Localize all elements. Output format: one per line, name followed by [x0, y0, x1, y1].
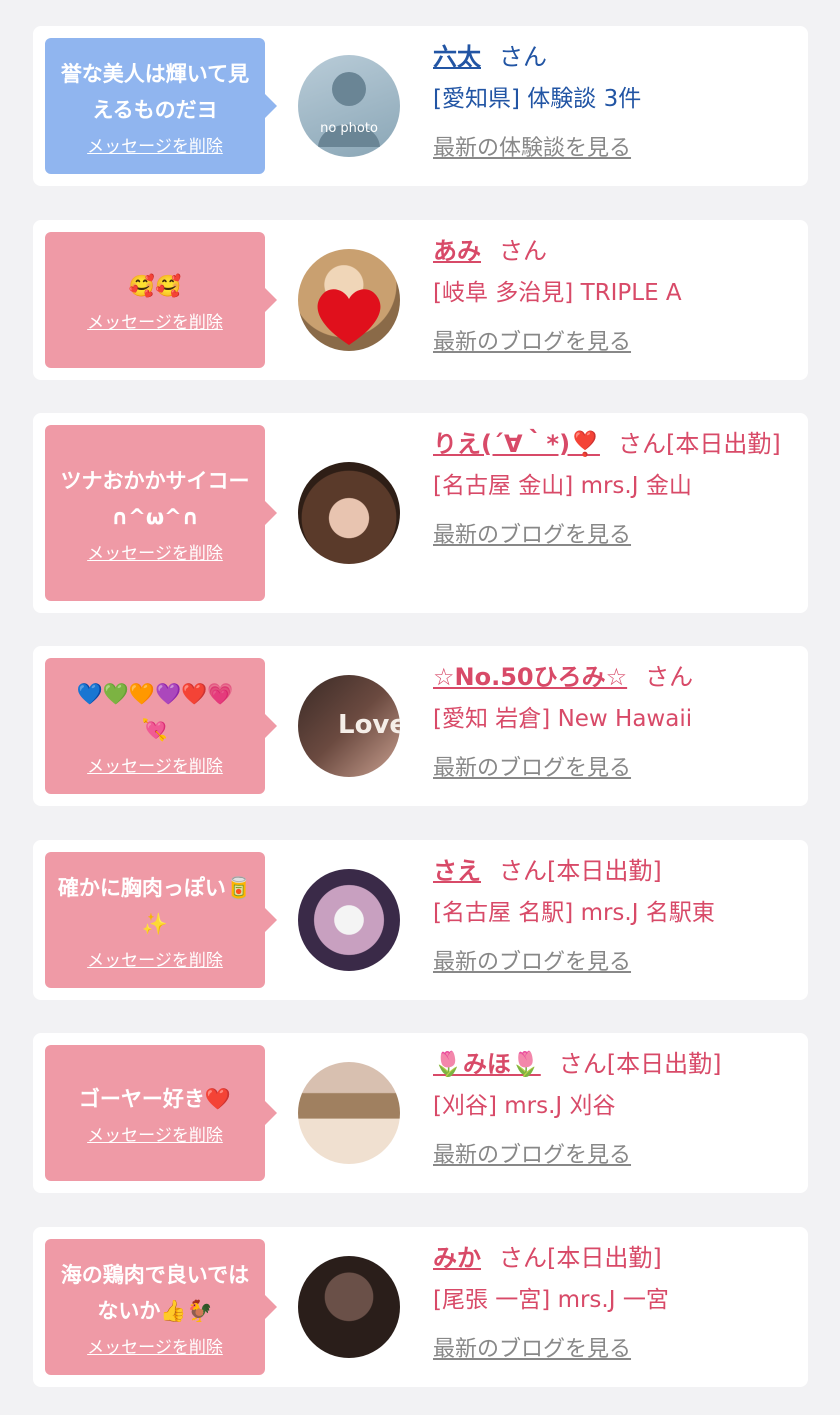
delete-message-link[interactable]: メッセージを削除 — [87, 1333, 223, 1358]
list-item: 確かに胸肉っぽい🥫✨ メッセージを削除 さえ さん[本日出勤] [名古屋 名駅] … — [33, 840, 808, 1000]
location-info: [刈谷] mrs.J 刈谷 — [433, 1093, 616, 1119]
avatar[interactable] — [298, 869, 400, 971]
list-item: 🥰🥰 メッセージを削除 あみ さん [岐阜 多治見] TRIPLE A 最新のブロ… — [33, 220, 808, 380]
message-bubble: 💙💚🧡💜❤️💗💘 メッセージを削除 — [45, 658, 277, 794]
view-latest-link[interactable]: 最新のブログを見る — [433, 944, 631, 976]
honorific: さん — [645, 663, 694, 691]
view-latest-link[interactable]: 最新のブログを見る — [433, 517, 631, 549]
avatar[interactable] — [298, 462, 400, 564]
message-text: 誉な美人は輝いて見えるものだヨ — [60, 61, 250, 122]
message-text: 💙💚🧡💜❤️💗💘 — [76, 681, 234, 742]
message-bubble: 海の鶏肉で良いではないか👍🐓 メッセージを削除 — [45, 1239, 277, 1375]
location-info: [名古屋 名駅] mrs.J 名駅東 — [433, 900, 715, 926]
user-name-link[interactable]: さえ — [433, 857, 481, 885]
honorific: さん[本日出勤] — [499, 857, 662, 885]
message-bubble: 🥰🥰 メッセージを削除 — [45, 232, 277, 368]
user-name-link[interactable]: りえ(´∀｀*)❣️ — [433, 430, 600, 458]
svg-text:Love: Love — [338, 710, 400, 740]
heart-icon — [317, 289, 381, 345]
honorific: さん — [499, 237, 547, 265]
honorific: さん — [499, 43, 547, 71]
honorific: さん[本日出勤] — [558, 1050, 722, 1078]
user-name-link[interactable]: あみ — [433, 237, 481, 265]
message-text: 海の鶏肉で良いではないか👍🐓 — [60, 1262, 250, 1323]
delete-message-link[interactable]: メッセージを削除 — [87, 132, 223, 157]
message-text: 確かに胸肉っぽい🥫✨ — [57, 875, 253, 936]
message-bubble: 誉な美人は輝いて見えるものだヨ メッセージを削除 — [45, 38, 277, 174]
location-info: [名古屋 金山] mrs.J 金山 — [433, 473, 692, 499]
message-bubble: ゴーヤー好き❤️ メッセージを削除 — [45, 1045, 277, 1181]
location-info: [愛知 岩倉] New Hawaii — [433, 706, 693, 732]
message-bubble: ツナおかかサイコー∩^ω^∩ メッセージを削除 — [45, 425, 277, 601]
list-item: 海の鶏肉で良いではないか👍🐓 メッセージを削除 みか さん[本日出勤] [尾張 一… — [33, 1227, 808, 1387]
delete-message-link[interactable]: メッセージを削除 — [87, 946, 223, 971]
no-photo-label: no photo — [320, 121, 378, 136]
message-text: 🥰🥰 — [128, 273, 182, 298]
location-info: [愛知県] 体験談 3件 — [433, 86, 642, 112]
view-latest-link[interactable]: 最新のブログを見る — [433, 1137, 631, 1169]
user-name-link[interactable]: 六太 — [433, 43, 481, 71]
view-latest-link[interactable]: 最新のブログを見る — [433, 750, 631, 782]
delete-message-link[interactable]: メッセージを削除 — [87, 1121, 223, 1146]
view-latest-link[interactable]: 最新のブログを見る — [433, 1331, 631, 1363]
message-list: 誉な美人は輝いて見えるものだヨ メッセージを削除 no photo 六太 さん [… — [0, 0, 840, 1415]
location-info: [岐阜 多治見] TRIPLE A — [433, 280, 682, 306]
view-latest-link[interactable]: 最新の体験談を見る — [433, 130, 631, 162]
message-bubble: 確かに胸肉っぽい🥫✨ メッセージを削除 — [45, 852, 277, 988]
avatar[interactable] — [298, 1062, 400, 1164]
avatar[interactable]: Love — [298, 675, 400, 777]
location-info: [尾張 一宮] mrs.J 一宮 — [433, 1287, 669, 1313]
message-text: ツナおかかサイコー∩^ω^∩ — [60, 468, 250, 529]
delete-message-link[interactable]: メッセージを削除 — [87, 752, 223, 777]
view-latest-link[interactable]: 最新のブログを見る — [433, 324, 631, 356]
list-item: ツナおかかサイコー∩^ω^∩ メッセージを削除 りえ(´∀｀*)❣️ さん[本日出… — [33, 413, 808, 613]
list-item: ゴーヤー好き❤️ メッセージを削除 🌷みほ🌷 さん[本日出勤] [刈谷] mrs.… — [33, 1033, 808, 1193]
no-photo-icon — [318, 72, 380, 147]
list-item: 💙💚🧡💜❤️💗💘 メッセージを削除 Love ☆No.50ひろみ☆ さん [愛知 … — [33, 646, 808, 806]
avatar[interactable] — [298, 1256, 400, 1358]
user-name-link[interactable]: 🌷みほ🌷 — [433, 1050, 541, 1078]
list-item: 誉な美人は輝いて見えるものだヨ メッセージを削除 no photo 六太 さん [… — [33, 26, 808, 186]
honorific: さん[本日出勤] — [617, 430, 781, 458]
honorific: さん[本日出勤] — [499, 1244, 662, 1272]
love-sign-image: Love — [338, 710, 400, 740]
avatar[interactable] — [298, 249, 400, 351]
delete-message-link[interactable]: メッセージを削除 — [87, 308, 223, 333]
user-name-link[interactable]: ☆No.50ひろみ☆ — [433, 663, 627, 691]
avatar[interactable]: no photo — [298, 55, 400, 157]
message-text: ゴーヤー好き❤️ — [78, 1086, 232, 1111]
user-name-link[interactable]: みか — [433, 1244, 481, 1272]
delete-message-link[interactable]: メッセージを削除 — [87, 539, 223, 564]
